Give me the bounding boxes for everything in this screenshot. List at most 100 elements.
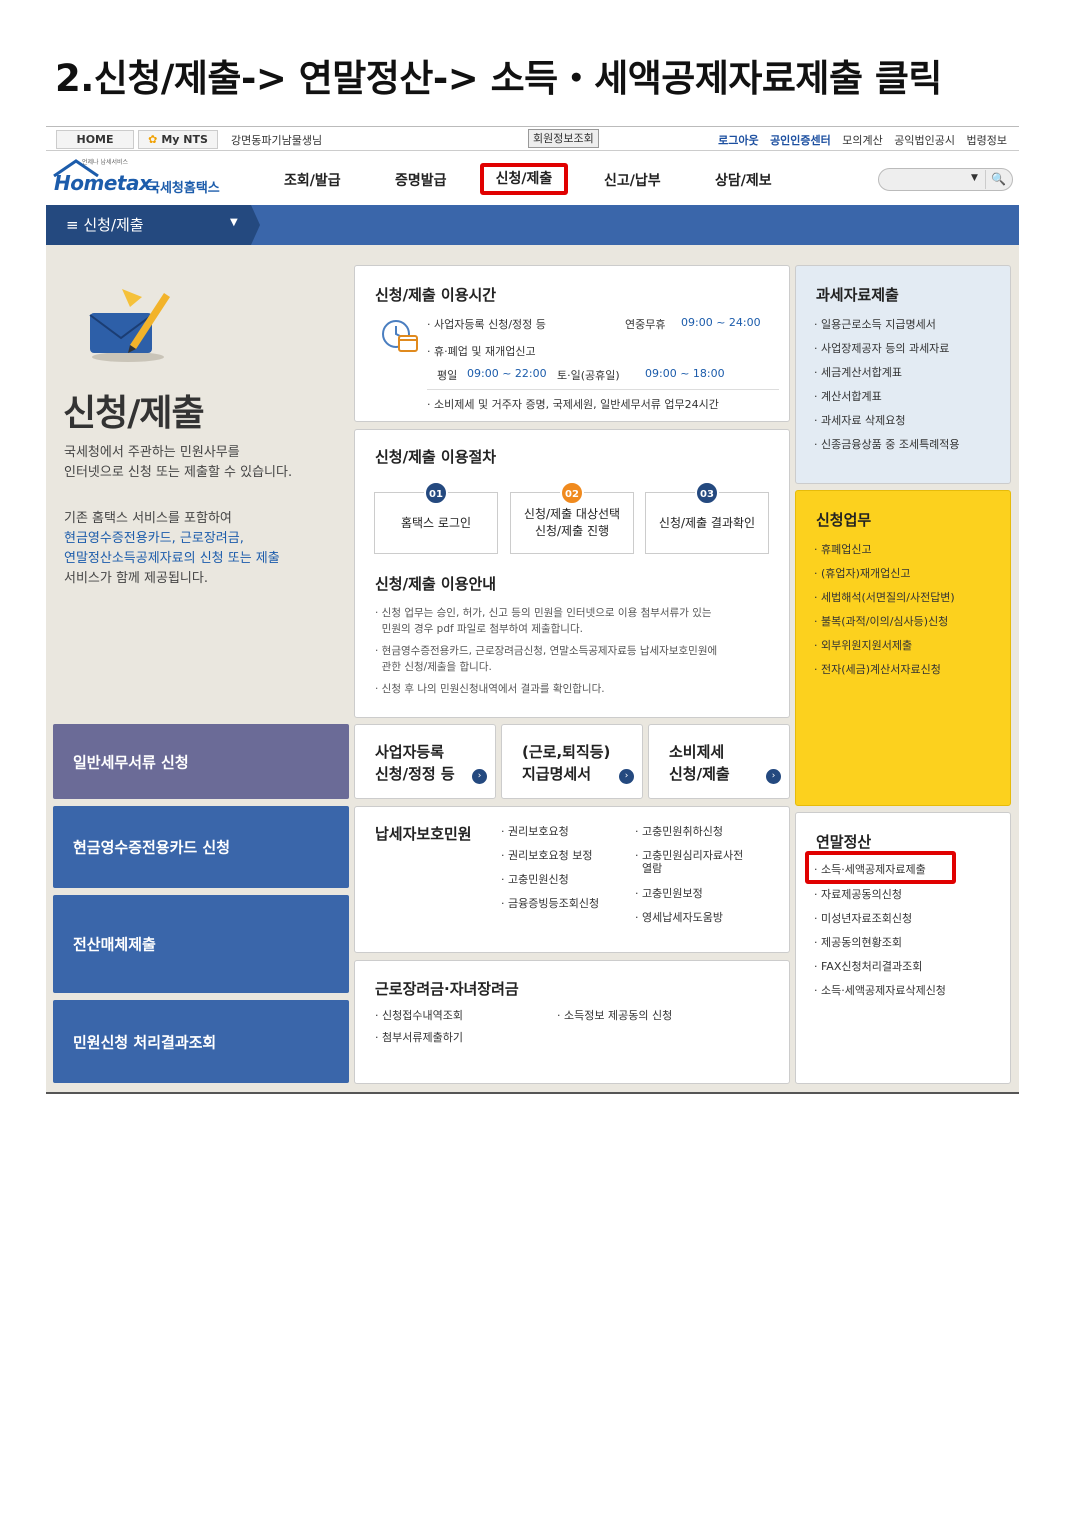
section-label: ≡ 신청/제출 [66, 214, 144, 235]
taxpayer-link[interactable]: · 권리보호요청 보정 [501, 847, 592, 863]
procedure-step: 03 신청/제출 결과확인 [645, 481, 769, 554]
utility-bar: HOME ✿ My NTS 강면동파기남물생님 회원정보조회 로그아웃 공인인증센… [46, 126, 1019, 151]
payment-statement-button[interactable]: (근로,퇴직등) 지급명세서 › [501, 724, 643, 799]
section-bar: ≡ 신청/제출 ▼ [46, 205, 1019, 245]
hours-label: 토·일(공휴일) [557, 369, 620, 382]
apply-link[interactable]: · 전자(세금)계산서자료신청 [814, 661, 941, 677]
guide-line: · 현금영수증전용카드, 근로장려금신청, 연말소득공제자료등 납세자보호민원에 [375, 645, 718, 657]
caret-down-icon[interactable]: ▼ [230, 217, 238, 228]
hero-description: 국세청에서 주관하는 민원사무를 인터넷으로 신청 또는 제출할 수 있습니다. [64, 443, 324, 483]
general-tax-doc-button[interactable]: 일반세무서류 신청 [53, 724, 349, 799]
taxpayer-link[interactable]: · 권리보호요청 [501, 823, 569, 839]
apply-link[interactable]: · 불복(과적/이의/심사등)신청 [814, 613, 948, 629]
yearend-link[interactable]: · 자료제공동의신청 [814, 886, 902, 902]
hero-desc-line: 서비스가 함께 제공됩니다. [64, 571, 208, 586]
taxpayer-link[interactable]: · 고충민원신청 [501, 871, 569, 887]
main-content: 신청/제출 국세청에서 주관하는 민원사무를 인터넷으로 신청 또는 제출할 수… [46, 245, 1019, 1092]
yearend-link-deduction-submit[interactable]: · 소득·세액공제자료제출 [814, 861, 926, 877]
hours-time: 09:00 ~ 18:00 [645, 367, 725, 380]
yearend-link[interactable]: · 소득·세액공제자료삭제신청 [814, 982, 946, 998]
util-links: 로그아웃 공인인증센터 모의계산 공익법인공시 법령정보 [710, 132, 1007, 148]
procedure-step: 01 홈택스 로그인 [374, 481, 498, 554]
menu-apply-submit[interactable]: 신청/제출 [480, 163, 568, 195]
taxpayer-protection-panel: 납세자보호민원 · 권리보호요청 · 권리보호요청 보정 · 고충민원신청 · … [354, 806, 790, 953]
clock-calendar-icon [382, 320, 418, 352]
apply-link[interactable]: · 휴폐업신고 [814, 541, 872, 557]
logo-tagline: 언제나 납세서비스 [82, 159, 129, 166]
hero-desc-line: 인터넷으로 신청 또는 제출할 수 있습니다. [64, 465, 293, 480]
menu-report-pay[interactable]: 신고/납부 [604, 170, 661, 190]
util-link-simulation[interactable]: 모의계산 [842, 134, 882, 147]
eitc-link[interactable]: · 신청접수내역조회 [375, 1007, 463, 1023]
apply-link[interactable]: · (휴업자)재개업신고 [814, 565, 911, 581]
apply-link[interactable]: · 세법해석(서면질의/사전답변) [814, 589, 955, 605]
yearend-link[interactable]: · FAX신청처리결과조회 [814, 958, 922, 974]
menu-consult[interactable]: 상담/제보 [715, 170, 772, 190]
hours-line: · 소비제세 및 거주자 증명, 국제세원, 일반세무서류 업무24시간 [427, 398, 719, 411]
section-label-text: 신청/제출 [83, 216, 144, 234]
taxdata-link[interactable]: · 세금계산서합계표 [814, 364, 902, 380]
taxdata-link[interactable]: · 과세자료 삭제요청 [814, 412, 905, 428]
hours-line: · 휴·폐업 및 재개업신고 [427, 345, 536, 358]
taxpayer-link[interactable]: 열람 [635, 860, 662, 876]
taxdata-link[interactable]: · 신종금융상품 중 조세특례적용 [814, 436, 960, 452]
logout-link[interactable]: 로그아웃 [718, 134, 758, 147]
procedure-step: 02 신청/제출 대상선택 신청/제출 진행 [510, 481, 634, 554]
hero-desc-highlight: 연말정산소득공제자료의 신청 또는 제출 [64, 551, 280, 566]
section-tip [251, 205, 260, 245]
tax-data-panel: 과세자료제출 · 일용근로소득 지급명세서 · 사업장제공자 등의 과세자료 ·… [795, 265, 1011, 484]
hours-title: 신청/제출 이용시간 [375, 286, 497, 304]
arrow-circle-icon: › [766, 769, 781, 784]
envelope-pencil-icon [89, 289, 170, 362]
caret-down-icon[interactable]: ▼ [971, 173, 978, 183]
home-button[interactable]: HOME [56, 130, 134, 149]
hours-time: 09:00 ~ 22:00 [467, 367, 547, 380]
procedure-panel: 신청/제출 이용절차 01 홈택스 로그인 02 신청/제출 대상선택 신청/제… [354, 429, 790, 718]
taxpayer-link[interactable]: · 영세납세자도움방 [635, 909, 723, 925]
hero-desc-highlight: 현금영수증전용카드, 근로장려금, [64, 531, 244, 546]
hours-label: 평일 [437, 369, 458, 382]
taxdata-link[interactable]: · 계산서합계표 [814, 388, 882, 404]
guide-line: 관한 신청/제출을 합니다. [375, 661, 492, 673]
user-greeting: 강면동파기남물생님 [231, 134, 323, 147]
taxdata-link[interactable]: · 사업장제공자 등의 과세자료 [814, 340, 949, 356]
search-icon[interactable]: 🔍 [985, 170, 1011, 189]
yearend-link[interactable]: · 제공동의현황조회 [814, 934, 902, 950]
taxpayer-link[interactable]: · 고충민원보정 [635, 885, 703, 901]
guide-line: · 신청 업무는 승인, 허가, 신고 등의 민원을 인터넷으로 이용 첨부서류… [375, 607, 712, 619]
logo-brand: Hometax. [54, 171, 159, 195]
eitc-link[interactable]: · 첨부서류제출하기 [375, 1029, 463, 1045]
electronic-media-button[interactable]: 전산매체제출 [53, 895, 349, 993]
consumption-tax-button[interactable]: 소비제세 신청/제출 › [648, 724, 790, 799]
menu-inquiry[interactable]: 조회/발급 [284, 170, 341, 190]
business-registration-button[interactable]: 사업자등록 신청/정정 등 › [354, 724, 496, 799]
eitc-link[interactable]: · 소득정보 제공동의 신청 [557, 1007, 672, 1023]
hero-title: 신청/제출 [63, 393, 205, 434]
member-info-button[interactable]: 회원정보조회 [528, 129, 599, 148]
menu-certificate[interactable]: 증명발급 [395, 170, 447, 190]
result-inquiry-button[interactable]: 민원신청 처리결과조회 [53, 1000, 349, 1083]
mini-label: 사업자등록 신청/정정 등 [375, 743, 455, 783]
star-icon: ✿ [148, 133, 158, 146]
apply-title: 신청업무 [816, 511, 872, 529]
hero-desc-line: 국세청에서 주관하는 민원사무를 [64, 445, 240, 460]
apply-link[interactable]: · 외부위원지원서제출 [814, 637, 912, 653]
hours-panel: 신청/제출 이용시간 · 사업자등록 신청/정정 등 연중무휴 09:00 ~ … [354, 265, 790, 422]
eitc-panel: 근로장려금·자녀장려금 · 신청접수내역조회 · 소득정보 제공동의 신청 · … [354, 960, 790, 1084]
button-label: 전산매체제출 [73, 935, 156, 954]
guide-line: · 신청 후 나의 민원신청내역에서 결과를 확인합니다. [375, 683, 605, 695]
hero-description-2: 기존 홈택스 서비스를 포함하여 현금영수증전용카드, 근로장려금, 연말정산소… [64, 509, 324, 589]
util-link-law[interactable]: 법령정보 [967, 134, 1007, 147]
mynts-button[interactable]: ✿ My NTS [138, 130, 218, 149]
yearend-link[interactable]: · 미성년자료조회신청 [814, 910, 912, 926]
taxpayer-link[interactable]: · 고충민원취하신청 [635, 823, 723, 839]
taxpayer-title: 납세자보호민원 [375, 825, 472, 843]
cash-receipt-card-button[interactable]: 현금영수증전용카드 신청 [53, 806, 349, 888]
search-box[interactable]: ▼ 🔍 [878, 168, 1013, 191]
taxdata-link[interactable]: · 일용근로소득 지급명세서 [814, 316, 936, 332]
util-link-public[interactable]: 공익법인공시 [894, 134, 955, 147]
hours-line: · 사업자등록 신청/정정 등 [427, 318, 546, 331]
cert-center-link[interactable]: 공인인증센터 [770, 134, 831, 147]
hours-time: 09:00 ~ 24:00 [681, 316, 761, 329]
taxpayer-link[interactable]: · 금융증빙등조회신청 [501, 895, 599, 911]
